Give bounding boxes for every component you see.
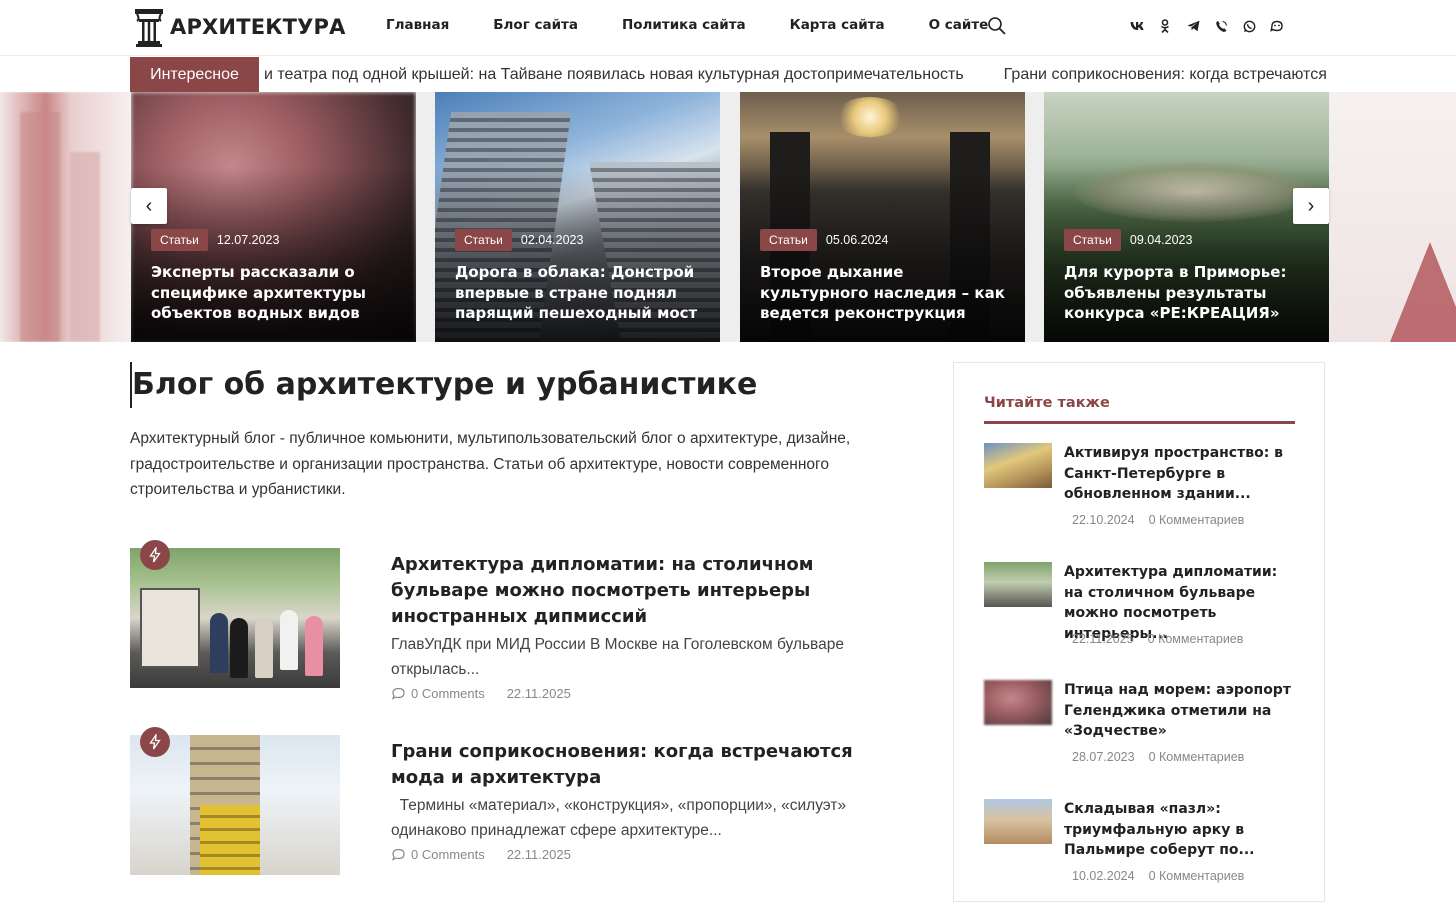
max-icon[interactable] (1268, 16, 1286, 36)
page-title: Блог об архитектуре и урбанистике (130, 362, 890, 408)
related-post-title[interactable]: Активируя пространство: в Санкт-Петербур… (1064, 443, 1294, 505)
search-button[interactable] (986, 15, 1008, 37)
nav-item-about[interactable]: О сайте (929, 17, 989, 33)
slider-bg-right (1330, 92, 1456, 342)
chevron-right-icon: › (1307, 194, 1315, 217)
post-title[interactable]: Архитектура дипломатии: на столичном бул… (391, 552, 861, 630)
related-post-comments[interactable]: 0 Комментариев (1148, 632, 1244, 646)
slide-title[interactable]: Эксперты рассказали о специфике архитект… (151, 262, 401, 324)
lightning-icon (140, 540, 170, 570)
main-nav: Главная Блог сайта Политика сайта Карта … (386, 17, 1032, 33)
slide-card[interactable]: Статьи 09.04.2023 Для курорта в Приморье… (1044, 92, 1329, 342)
related-post-comments[interactable]: 0 Комментариев (1149, 869, 1245, 883)
odnoklassniki-icon[interactable] (1156, 16, 1174, 36)
vk-icon[interactable] (1128, 16, 1146, 36)
slide-title[interactable]: Дорога в облака: Донстрой впервые в стра… (455, 262, 705, 324)
category-badge[interactable]: Статьи (760, 229, 817, 251)
post-date: 22.11.2025 (506, 847, 571, 862)
slide-date: 09.04.2023 (1129, 233, 1193, 247)
related-post-thumbnail[interactable] (984, 443, 1052, 488)
comments-count: 0 Comments (411, 847, 485, 862)
nav-item-policy[interactable]: Политика сайта (622, 17, 746, 33)
category-badge[interactable]: Статьи (151, 229, 208, 251)
whatsapp-icon[interactable] (1240, 16, 1258, 36)
related-post-title[interactable]: Птица над морем: аэропорт Геленджика отм… (1064, 680, 1294, 742)
related-post: Активируя пространство: в Санкт-Петербур… (984, 443, 1295, 543)
post-card: Грани соприкосновения: когда встречаются… (130, 727, 890, 885)
nav-item-sitemap[interactable]: Карта сайта (790, 17, 885, 33)
related-post-thumbnail[interactable] (984, 799, 1052, 844)
telegram-icon[interactable] (1184, 16, 1202, 36)
ticker-item[interactable]: и театра под одной крышей: на Тайване по… (264, 66, 964, 84)
slide-card[interactable]: Статьи 02.04.2023 Дорога в облака: Донст… (435, 92, 720, 342)
ticker-label: Интересное (130, 57, 259, 92)
slide-title[interactable]: Для курорта в Приморье: объявлены резуль… (1064, 262, 1314, 324)
related-post-thumbnail[interactable] (984, 680, 1052, 725)
site-header: АРХИТЕКТУРА Главная Блог сайта Политика … (0, 0, 1456, 56)
site-logo[interactable]: АРХИТЕКТУРА (134, 7, 346, 47)
slide-date: 02.04.2023 (520, 233, 584, 247)
nav-item-home[interactable]: Главная (386, 17, 449, 33)
slide-date: 05.06.2024 (825, 233, 889, 247)
main-content: Блог об архитектуре и урбанистике Архите… (130, 362, 890, 875)
nav-item-blog[interactable]: Блог сайта (493, 17, 578, 33)
post-date: 22.11.2025 (506, 686, 571, 701)
related-post-thumbnail[interactable] (984, 562, 1052, 607)
post-card: Архитектура дипломатии: на столичном бул… (130, 540, 890, 701)
slide-title[interactable]: Второе дыхание культурного наследия – ка… (760, 262, 1010, 324)
related-post-date: 10.02.2024 (1072, 869, 1135, 883)
comments-link[interactable]: 0 Comments (391, 847, 485, 862)
sidebar-heading: Читайте также (984, 395, 1295, 424)
post-excerpt: Термины «материал», «конструкция», «проп… (391, 797, 851, 839)
social-links (1128, 16, 1296, 36)
slider-bg-left (0, 92, 130, 342)
related-post: Архитектура дипломатии: на столичном бул… (984, 562, 1295, 662)
related-post-date: 28.07.2023 (1072, 750, 1135, 764)
related-post-comments[interactable]: 0 Комментариев (1149, 750, 1245, 764)
ticker-item[interactable]: Грани соприкосновения: когда встречаются… (1004, 66, 1330, 84)
slide-date: 12.07.2023 (216, 233, 280, 247)
viber-icon[interactable] (1212, 16, 1230, 36)
comments-count: 0 Comments (411, 686, 485, 701)
column-logo-icon (135, 9, 163, 47)
lightning-icon (140, 727, 170, 757)
related-post-date: 22.10.2024 (1072, 513, 1135, 527)
related-post: Складывая «пазл»: триумфальную арку в Па… (984, 799, 1295, 899)
ticker-track: и театра под одной крышей: на Тайване по… (264, 57, 1330, 92)
slider-next-button[interactable]: › (1293, 188, 1329, 224)
comment-icon (391, 687, 405, 700)
chevron-left-icon: ‹ (145, 194, 153, 217)
slide-card[interactable]: Статьи 05.06.2024 Второе дыхание культур… (740, 92, 1025, 342)
comment-icon (391, 848, 405, 861)
slider-prev-button[interactable]: ‹ (131, 188, 167, 224)
post-thumbnail[interactable] (130, 548, 340, 688)
site-logo-text: АРХИТЕКТУРА (170, 15, 346, 39)
search-icon (988, 17, 1006, 35)
slide-card[interactable]: Статьи 12.07.2023 Эксперты рассказали о … (131, 92, 416, 342)
related-post-title[interactable]: Складывая «пазл»: триумфальную арку в Па… (1064, 799, 1294, 861)
post-thumbnail[interactable] (130, 735, 340, 875)
page-intro: Архитектурный блог - публичное комьюнити… (130, 430, 851, 498)
sidebar-widget: Читайте также Активируя пространство: в … (953, 362, 1325, 902)
news-ticker: Интересное и театра под одной крышей: на… (130, 57, 1330, 92)
related-post: Птица над морем: аэропорт Геленджика отм… (984, 680, 1295, 780)
post-title[interactable]: Грани соприкосновения: когда встречаются… (391, 739, 861, 791)
category-badge[interactable]: Статьи (455, 229, 512, 251)
comments-link[interactable]: 0 Comments (391, 686, 485, 701)
related-post-date: 22.11.2025 (1072, 632, 1134, 646)
related-post-comments[interactable]: 0 Комментариев (1149, 513, 1245, 527)
category-badge[interactable]: Статьи (1064, 229, 1121, 251)
post-excerpt: ГлавУпДК при МИД России В Москве на Гого… (391, 636, 844, 678)
